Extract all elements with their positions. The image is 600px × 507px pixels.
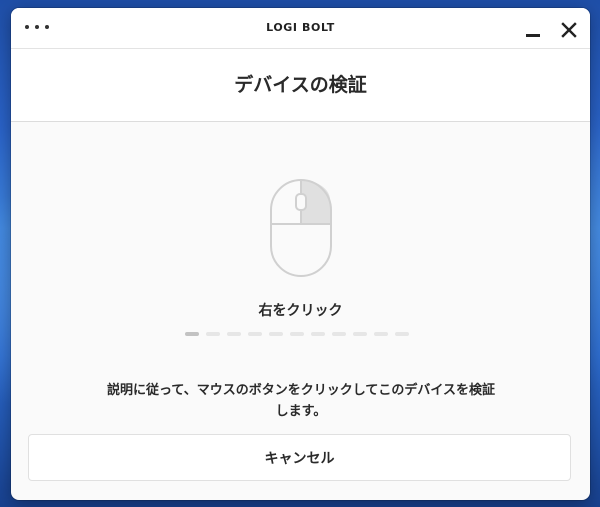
app-title: LOGI BOLT: [266, 21, 335, 34]
progress-step: [395, 332, 409, 336]
dot: [35, 25, 39, 29]
cancel-button[interactable]: キャンセル: [28, 434, 571, 481]
progress-step: [269, 332, 283, 336]
dot: [45, 25, 49, 29]
title-bar: LOGI BOLT: [11, 8, 590, 49]
close-button[interactable]: [559, 20, 579, 40]
progress-step: [353, 332, 367, 336]
page-header: デバイスの検証: [11, 49, 590, 122]
mouse-right-click-icon: [269, 178, 333, 278]
progress-step: [374, 332, 388, 336]
step-label: 右をクリック: [258, 303, 343, 319]
close-icon: [561, 22, 577, 38]
progress-step: [332, 332, 346, 336]
progress-indicator: [185, 332, 416, 336]
minimize-icon: [526, 34, 540, 37]
instruction-text: 説明に従って、マウスのボタンをクリックしてこのデバイスを検証します。: [107, 383, 495, 419]
page-title: デバイスの検証: [234, 74, 367, 96]
progress-step: [227, 332, 241, 336]
more-dots-icon[interactable]: [25, 19, 49, 35]
progress-step: [185, 332, 199, 336]
progress-step: [248, 332, 262, 336]
progress-step: [311, 332, 325, 336]
progress-step: [206, 332, 220, 336]
progress-step: [290, 332, 304, 336]
dot: [25, 25, 29, 29]
app-window: LOGI BOLT デバイスの検証 右をクリック 説明に従って、マウスのボタンを…: [11, 8, 590, 500]
minimize-button[interactable]: [523, 20, 543, 40]
